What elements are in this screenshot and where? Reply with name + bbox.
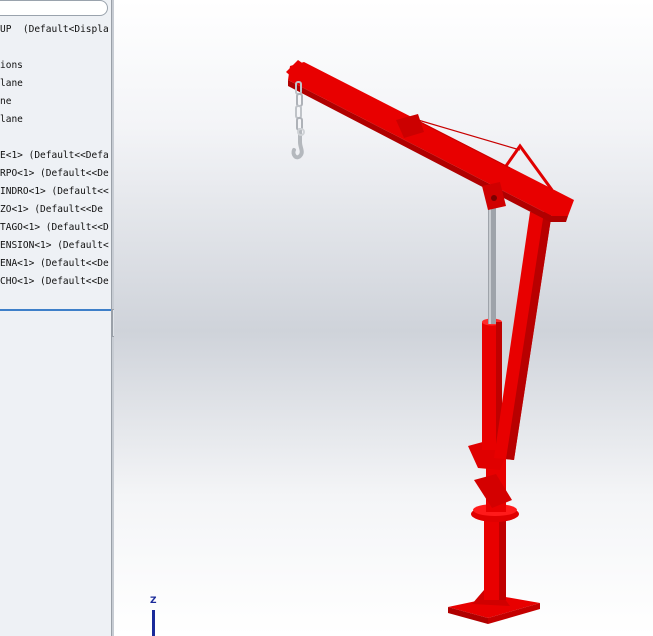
crane-model[interactable] (114, 0, 653, 636)
chain-link (296, 93, 303, 107)
tree-item-part-brazo[interactable]: ZO<1> (Default<<De (0, 203, 111, 217)
chain-link (295, 105, 302, 119)
cad-application: UP (Default<Displa ions lane ne lane E<1… (0, 0, 653, 636)
lower-column-shade (499, 516, 506, 600)
view-orientation-triad: Z (144, 596, 166, 636)
tree-item-top-assembly[interactable]: UP (Default<Displa (0, 23, 111, 37)
panel-splitter[interactable] (0, 309, 111, 311)
piston-rod-highlight (489, 198, 491, 324)
triad-z-axis (152, 610, 155, 636)
tree-item-part-base[interactable]: E<1> (Default<<Defa (0, 149, 111, 163)
tree-item-part-cilindro[interactable]: INDRO<1> (Default<< (0, 185, 111, 199)
tree-item-front-plane[interactable]: lane (0, 77, 111, 91)
mast-bracket-2 (474, 474, 512, 508)
triad-z-label: Z (150, 596, 157, 606)
graphics-viewport[interactable]: Z (114, 0, 653, 636)
feature-tree-panel: UP (Default<Displa ions lane ne lane E<1… (0, 0, 111, 636)
tree-item-annotations[interactable]: ions (0, 59, 111, 73)
tree-item-right-plane[interactable]: lane (0, 113, 111, 127)
tree-item-part-cadena[interactable]: ENA<1> (Default<<De (0, 257, 111, 271)
pivot-pin (491, 195, 497, 201)
tree-item-blank-2 (0, 131, 111, 145)
tree-item-part-gancho[interactable]: CHO<1> (Default<<De (0, 275, 111, 289)
tree-item-part-vastago[interactable]: TAGO<1> (Default<<D (0, 221, 111, 235)
tree-item-part-cuerpo[interactable]: RPO<1> (Default<<De (0, 167, 111, 181)
tree-item-part-extension[interactable]: ENSION<1> (Default< (0, 239, 111, 253)
boom[interactable] (288, 62, 574, 216)
tree-item-blank (0, 41, 111, 55)
tree-item-top-plane[interactable]: ne (0, 95, 111, 109)
tree-filter-input[interactable] (0, 0, 108, 16)
